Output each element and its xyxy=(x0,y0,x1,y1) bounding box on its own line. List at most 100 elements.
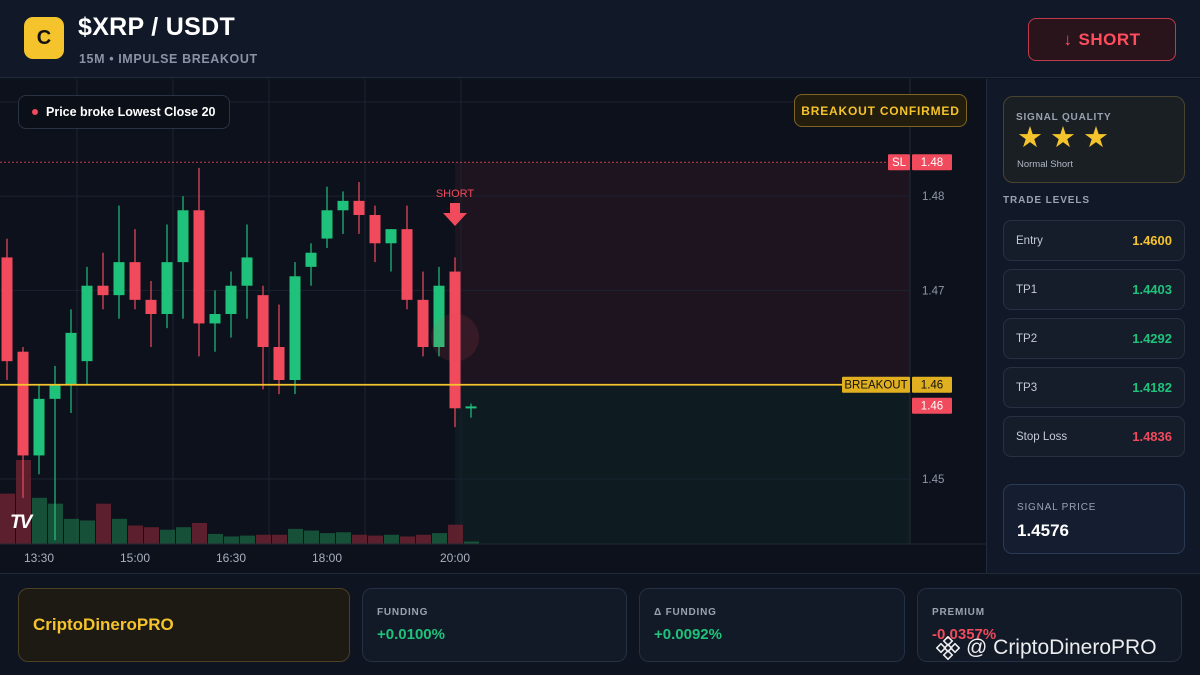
level-value: 1.4292 xyxy=(1132,331,1172,346)
level-name: TP2 xyxy=(1016,332,1038,345)
metric-label: FUNDING xyxy=(377,607,429,618)
candle-body xyxy=(289,276,301,380)
candle-body xyxy=(177,210,189,263)
sl-tag: SL xyxy=(892,157,907,169)
signal-text: Price broke Lowest Close 20 xyxy=(46,105,216,119)
signal-dot-icon xyxy=(32,109,38,115)
candle-body xyxy=(81,285,93,362)
candle-body xyxy=(369,215,381,244)
x-tick-label: 16:30 xyxy=(216,551,246,565)
candle-body xyxy=(17,351,29,456)
volume-bar xyxy=(416,534,431,544)
level-row-tp3[interactable]: TP3 1.4182 xyxy=(1003,367,1185,408)
breakout-status-badge: BREAKOUT CONFIRMED xyxy=(794,94,967,127)
star-icon: ★ xyxy=(1017,122,1043,154)
level-name: TP1 xyxy=(1016,283,1038,296)
y-tick-label: 1.45 xyxy=(922,474,944,486)
short-button-label: SHORT xyxy=(1078,29,1141,49)
volume-bar xyxy=(144,527,159,544)
volume-bar xyxy=(272,534,287,544)
signal-pill: Price broke Lowest Close 20 xyxy=(18,95,230,129)
candle-body xyxy=(417,299,429,347)
signal-side-panel: SIGNAL QUALITY ★ ★ ★ Normal Short TRADE LE… xyxy=(986,79,1200,573)
candle-body xyxy=(321,210,333,239)
volume-bar xyxy=(64,518,79,544)
signal-quality-note: Normal Short xyxy=(1017,159,1073,170)
level-row-stop-loss[interactable]: Stop Loss 1.4836 xyxy=(1003,416,1185,457)
watermark: @ CriptoDineroPRO xyxy=(936,636,1157,660)
candle-body xyxy=(113,262,125,296)
short-button[interactable]: ↓ SHORT xyxy=(1028,18,1176,61)
level-name: Entry xyxy=(1016,234,1043,247)
app-logo: C xyxy=(24,17,64,59)
volume-bar xyxy=(80,520,95,544)
volume-bar xyxy=(240,535,255,544)
star-icon: ★ xyxy=(1083,122,1109,154)
x-tick-label: 20:00 xyxy=(440,551,470,565)
level-value: 1.4182 xyxy=(1132,380,1172,395)
volume-bar xyxy=(320,533,335,544)
volume-bar xyxy=(288,528,303,544)
level-name: TP3 xyxy=(1016,381,1038,394)
volume-bar xyxy=(176,527,191,544)
candle-body xyxy=(225,285,237,314)
level-row-tp2[interactable]: TP2 1.4292 xyxy=(1003,318,1185,359)
footer-bar: CriptoDineroPRO FUNDING +0.0100% Δ FUNDI… xyxy=(0,573,1200,675)
signal-price-value: 1.4576 xyxy=(1017,521,1069,540)
metric-label: PREMIUM xyxy=(932,607,985,618)
brand-card: CriptoDineroPRO xyxy=(18,588,350,662)
volume-bar xyxy=(352,534,367,544)
volume-bar xyxy=(368,535,383,544)
signal-price-card: SIGNAL PRICE 1.4576 xyxy=(1003,484,1185,554)
candle-body xyxy=(465,406,477,409)
volume-bar xyxy=(400,536,415,544)
volume-bar xyxy=(192,523,207,544)
volume-bar xyxy=(336,532,351,544)
metric-value: +0.0100% xyxy=(377,626,445,643)
x-tick-label: 18:00 xyxy=(312,551,342,565)
level-value: 1.4600 xyxy=(1132,233,1172,248)
candle-body xyxy=(273,347,285,380)
short-marker-label: SHORT xyxy=(436,188,475,200)
signal-price-label: SIGNAL PRICE xyxy=(1017,502,1097,513)
metric-label: Δ FUNDING xyxy=(654,607,717,618)
delta-funding-card: Δ FUNDING +0.0092% xyxy=(639,588,905,662)
signal-quality-card: SIGNAL QUALITY ★ ★ ★ Normal Short xyxy=(1003,96,1185,183)
volume-bar xyxy=(112,518,127,544)
rating-stars: ★ ★ ★ xyxy=(1017,124,1109,153)
volume-bar xyxy=(304,530,319,544)
pair-title: $XRP / USDT xyxy=(78,13,236,41)
level-value: 1.4403 xyxy=(1132,282,1172,297)
volume-bar xyxy=(128,525,143,544)
breakout-tag: BREAKOUT xyxy=(844,380,907,392)
volume-bar xyxy=(448,524,463,544)
price-chart[interactable]: SHORT SL1.48BREAKOUT1.461.46TP11.44 1.49… xyxy=(0,79,986,573)
volume-bar xyxy=(432,533,447,544)
volume-bar xyxy=(384,534,399,544)
last-price-tag: 1.46 xyxy=(921,401,943,413)
y-tick-label: 1.47 xyxy=(922,285,944,297)
watermark-text: @ CriptoDineroPRO xyxy=(966,636,1157,659)
pair-subtitle: 15M • IMPULSE BREAKOUT xyxy=(79,52,258,66)
volume-bar xyxy=(208,533,223,544)
volume-bar xyxy=(32,497,47,544)
volume-bar xyxy=(96,503,111,544)
candle-body xyxy=(161,262,173,314)
reward-zone xyxy=(455,384,910,544)
signal-glow xyxy=(431,313,479,362)
candle-body xyxy=(129,262,141,300)
trade-levels-heading: TRADE LEVELS xyxy=(1003,195,1090,206)
candle-body xyxy=(49,384,61,399)
x-tick-label: 13:30 xyxy=(24,551,54,565)
candle-body xyxy=(1,257,13,362)
level-row-entry[interactable]: Entry 1.4600 xyxy=(1003,220,1185,261)
sl-value-tag: 1.48 xyxy=(921,157,943,169)
candle-body xyxy=(353,200,365,215)
candle-body xyxy=(385,229,397,244)
header-bar: C $XRP / USDT 15M • IMPULSE BREAKOUT ↓ S… xyxy=(0,0,1200,78)
level-row-tp1[interactable]: TP1 1.4403 xyxy=(1003,269,1185,310)
level-value: 1.4836 xyxy=(1132,429,1172,444)
binance-icon xyxy=(936,636,960,660)
candle-body xyxy=(65,332,77,385)
volume-bar xyxy=(160,529,175,544)
